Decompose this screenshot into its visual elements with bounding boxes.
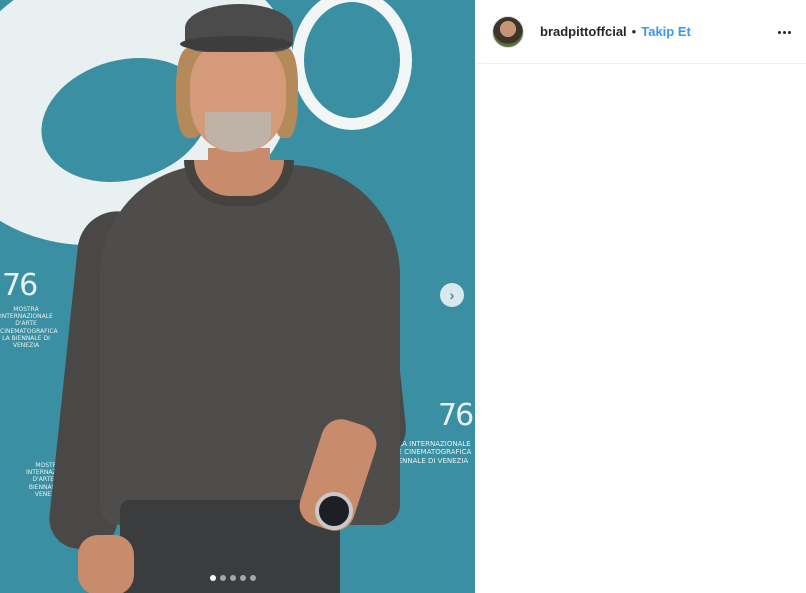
instagram-post: 76 MOSTRA INTERNAZIONALE D'ARTE CINEMATO… (0, 0, 806, 593)
separator-dot: • (631, 24, 637, 39)
backdrop-logo-number: 76 (2, 268, 38, 303)
beard (205, 112, 271, 152)
next-slide-button[interactable]: › (440, 283, 464, 307)
person-figure (46, 0, 410, 593)
cap-brim (180, 36, 292, 52)
post-image[interactable]: 76 MOSTRA INTERNAZIONALE D'ARTE CINEMATO… (0, 0, 475, 593)
more-horizontal-icon (787, 30, 791, 34)
more-horizontal-icon (777, 30, 781, 34)
carousel-dot (240, 575, 246, 581)
left-hand (78, 535, 134, 593)
follow-button[interactable]: Takip Et (641, 24, 691, 39)
carousel-dot (220, 575, 226, 581)
username-link[interactable]: bradpittoffcial (540, 24, 627, 39)
post-side-panel: bradpittoffcial • Takip Et (475, 0, 806, 593)
carousel-dot (230, 575, 236, 581)
wristwatch (315, 492, 353, 530)
carousel-indicator (210, 575, 256, 581)
post-header: bradpittoffcial • Takip Et (475, 0, 806, 63)
header-divider (475, 63, 806, 64)
chevron-right-icon: › (449, 287, 455, 303)
backdrop-logo-text: MOSTRA INTERNAZIONALE D'ARTE CINEMATOGRA… (0, 306, 58, 349)
more-options-button[interactable] (774, 22, 794, 42)
avatar[interactable] (492, 15, 524, 48)
backdrop-logo-number: 76 (438, 398, 474, 433)
more-horizontal-icon (782, 30, 786, 34)
carousel-dot (250, 575, 256, 581)
carousel-dot-active (210, 575, 216, 581)
